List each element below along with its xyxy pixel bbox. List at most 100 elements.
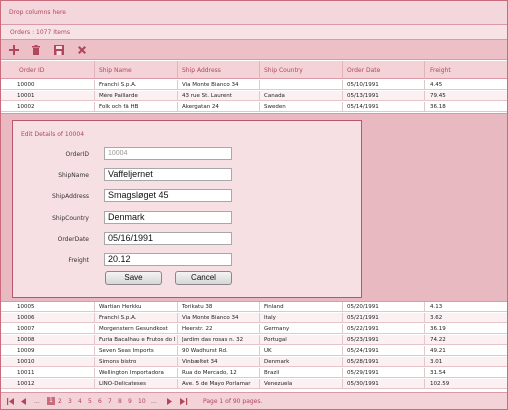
delete-button[interactable] [30,44,42,56]
column-header-ship-address[interactable]: Ship Address [182,67,221,74]
first-page-icon[interactable] [7,398,15,405]
shipcountry-field[interactable]: Denmark [104,211,232,224]
cell-ship-name: Simons bistro [99,359,137,365]
last-page-icon[interactable] [180,398,188,405]
cell-ship-address: Ave. 5 de Mayo Porlamar [182,381,251,387]
table-row[interactable]: 10006 Franchi S.p.A. Via Monte Bianco 34… [1,313,507,323]
cell-order-date: 05/28/1991 [347,359,379,365]
column-header-order-id[interactable]: Order ID [19,67,44,74]
orderid-label: OrderID [65,151,89,158]
page-2[interactable]: 2 [58,398,62,405]
cell-ship-name: Mère Paillarde [99,93,138,99]
cell-order-date: 05/22/1991 [347,326,379,332]
table-row[interactable]: 10008 Furia Bacalhau e Frutos do Ma Jard… [1,335,507,345]
column-header-row: Order ID Ship Name Ship Address Ship Cou… [1,61,507,79]
table-row[interactable]: 10002 Folk och fä HB Åkergatan 24 Sweden… [1,102,507,112]
cell-order-date: 05/30/1991 [347,381,379,387]
table-row[interactable]: 10010 Simons bistro Vinbæltet 34 Denmark… [1,357,507,367]
cell-order-date: 05/24/1991 [347,348,379,354]
cancel-icon [78,46,86,54]
page-1[interactable]: 1 [47,397,55,405]
cell-ship-name: Wellington Importadora [99,370,164,376]
cell-ship-name: Furia Bacalhau e Frutos do Ma [99,337,175,343]
cell-freight: 3.01 [430,359,443,365]
grid-title: Orders : 1077 Items [10,29,70,36]
cell-order-date: 05/14/1991 [347,104,379,110]
cell-ship-address: Vinbæltet 34 [182,359,218,365]
column-header-ship-country[interactable]: Ship Country [264,67,303,74]
table-row[interactable]: 10009 Seven Seas Imports 90 Wadhurst Rd.… [1,346,507,356]
shipaddress-label: ShipAddress [52,193,89,200]
next-page-icon[interactable] [167,398,173,405]
cell-order-date: 05/29/1991 [347,370,379,376]
shipcountry-label: ShipCountry [52,215,89,222]
cell-ship-country: Germany [264,326,290,332]
orderdate-field[interactable]: 05/16/1991 [104,232,232,245]
cell-ship-name: Morgenstern Gesundkost [99,326,168,332]
table-row[interactable]: 10011 Wellington Importadora Rua do Merc… [1,368,507,378]
cell-order-id: 10010 [17,359,35,365]
page-3[interactable]: 3 [68,398,72,405]
cell-order-id: 10005 [17,304,35,310]
edit-form: Edit Details of 10004 OrderID 10004 Ship… [12,120,362,298]
cell-ship-address: Jardim das rosas n. 32 [182,337,244,343]
cell-ship-country: Portugal [264,337,287,343]
cell-ship-name: Franchi S.p.A. [99,315,137,321]
save-button[interactable]: Save [105,271,162,285]
cell-order-date: 05/20/1991 [347,304,379,310]
table-row[interactable]: 10007 Morgenstern Gesundkost Heerstr. 22… [1,324,507,334]
cell-ship-address: Torikatu 38 [182,304,213,310]
cell-order-id: 10002 [17,104,35,110]
shipaddress-field[interactable]: Smagsløget 45 [104,189,232,202]
add-button[interactable] [8,44,20,56]
cell-freight: 79.45 [430,93,446,99]
cancel-changes-button[interactable] [76,44,88,56]
orderdate-label: OrderDate [57,236,89,243]
freight-field[interactable]: 20.12 [104,253,232,266]
page-6[interactable]: 6 [98,398,102,405]
cell-order-date: 05/21/1991 [347,315,379,321]
page-9[interactable]: 9 [128,398,132,405]
table-row[interactable]: 10000 Franchi S.p.A. Via Monte Bianco 34… [1,80,507,90]
cell-order-id: 10006 [17,315,35,321]
cell-freight: 36.18 [430,104,446,110]
cancel-button[interactable]: Cancel [175,271,232,285]
cell-ship-address: Via Monte Bianco 34 [182,82,239,88]
page-5[interactable]: 5 [88,398,92,405]
delete-icon [32,45,40,55]
cell-ship-country: UK [264,348,272,354]
cell-freight: 4.13 [430,304,443,310]
save-grid-button[interactable] [53,44,65,56]
page-7[interactable]: 7 [108,398,112,405]
cell-freight: 4.45 [430,82,443,88]
cell-ship-country: Canada [264,93,285,99]
cell-ship-country: Denmark [264,359,290,365]
edit-form-row: Edit Details of 10004 OrderID 10004 Ship… [1,113,507,302]
prev-page-icon[interactable] [21,398,27,405]
table-row[interactable]: 10012 LINO-Delicateses Ave. 5 de Mayo Po… [1,379,507,389]
column-header-order-date[interactable]: Order Date [347,67,380,74]
orders-grid: Drop columns here Orders : 1077 Items Or… [0,0,508,410]
table-row[interactable]: 10001 Mère Paillarde 43 rue St. Laurent … [1,91,507,101]
pager-ellipsis-left[interactable]: ... [34,398,40,405]
cell-order-id: 10011 [17,370,35,376]
shipname-field[interactable]: Vaffeljernet [104,168,232,181]
cell-order-id: 10000 [17,82,35,88]
cell-ship-name: Folk och fä HB [99,104,139,110]
cell-ship-address: Via Monte Bianco 34 [182,315,239,321]
page-10[interactable]: 10 [138,398,146,405]
group-drop-panel[interactable]: Drop columns here [1,1,507,25]
cell-ship-address: Rua do Mercado, 12 [182,370,237,376]
column-header-ship-name[interactable]: Ship Name [99,67,132,74]
cell-order-id: 10001 [17,93,35,99]
page-8[interactable]: 8 [118,398,122,405]
cell-order-date: 05/13/1991 [347,93,379,99]
table-row[interactable]: 10005 Wartian Herkku Torikatu 38 Finland… [1,302,507,312]
column-header-freight[interactable]: Freight [430,67,451,74]
cell-order-id: 10007 [17,326,35,332]
pager-info: Page 1 of 90 pages. [203,398,263,405]
orderid-field: 10004 [104,147,232,160]
pager-ellipsis-right[interactable]: ... [151,398,157,405]
page-4[interactable]: 4 [78,398,82,405]
cell-ship-country: Italy [264,315,276,321]
